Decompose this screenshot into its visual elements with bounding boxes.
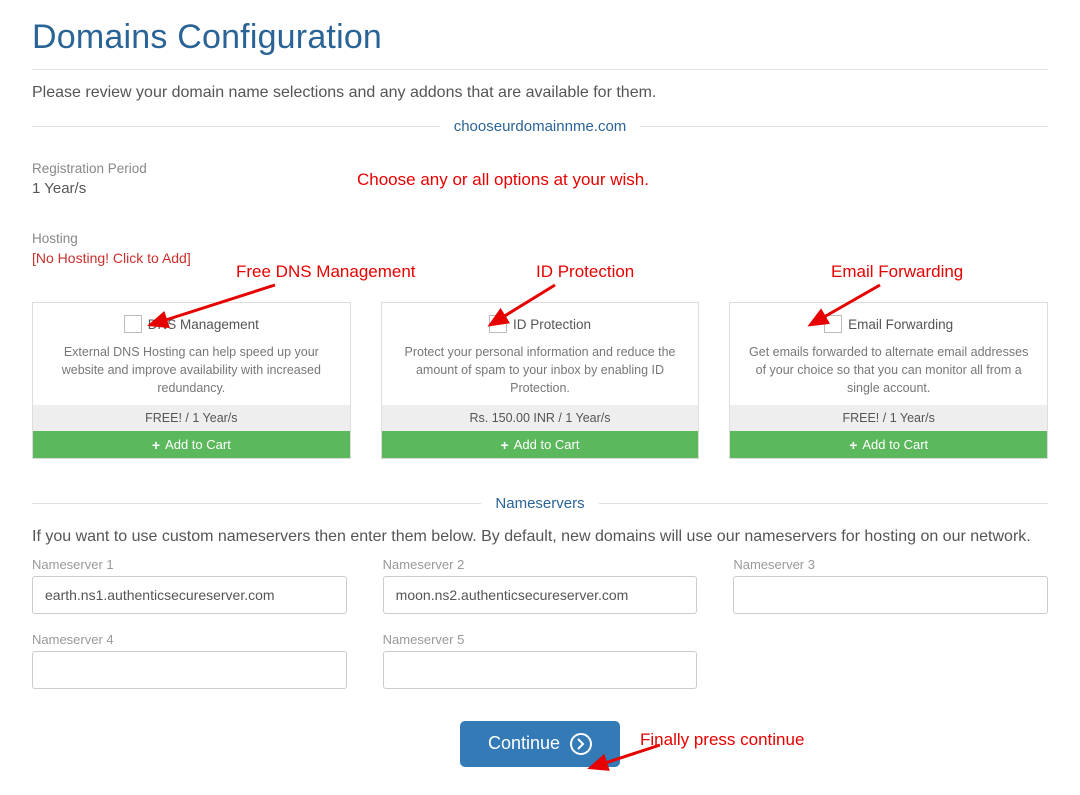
nameservers-heading: Nameservers	[481, 495, 598, 512]
emailforwarding-add-button[interactable]: + Add to Cart	[730, 431, 1047, 458]
domain-divider: chooseurdomainnme.com	[32, 118, 1048, 135]
dns-checkbox[interactable]	[124, 315, 142, 333]
intro-text: Please review your domain name selection…	[32, 84, 1048, 102]
emailforwarding-checkbox[interactable]	[824, 315, 842, 333]
registration-period-label: Registration Period	[32, 161, 392, 176]
idprotection-desc: Protect your personal information and re…	[394, 343, 687, 397]
registration-period-value: 1 Year/s	[32, 180, 392, 197]
hosting-label: Hosting	[32, 231, 392, 246]
ns2-label: Nameserver 2	[383, 557, 698, 572]
title-divider	[32, 69, 1048, 70]
arrow-right-circle-icon	[570, 733, 592, 755]
hosting-block: Hosting [No Hosting! Click to Add]	[32, 231, 392, 266]
dns-price: FREE! / 1 Year/s	[33, 405, 350, 431]
plus-icon: +	[501, 438, 509, 452]
idprotection-add-button[interactable]: + Add to Cart	[382, 431, 699, 458]
domain-name-label: chooseurdomainnme.com	[440, 118, 641, 135]
ns4-input[interactable]	[32, 651, 347, 689]
dns-desc: External DNS Hosting can help speed up y…	[45, 343, 338, 397]
idprotection-checkbox[interactable]	[489, 315, 507, 333]
page-title: Domains Configuration	[32, 0, 1048, 65]
idprotection-price: Rs. 150.00 INR / 1 Year/s	[382, 405, 699, 431]
addon-idprotection: ID Protection Protect your personal info…	[381, 302, 700, 459]
emailforwarding-btn-label: Add to Cart	[862, 437, 928, 452]
dns-title: DNS Management	[148, 317, 259, 332]
ns1-label: Nameserver 1	[32, 557, 347, 572]
plus-icon: +	[152, 438, 160, 452]
emailforwarding-title: Email Forwarding	[848, 317, 953, 332]
ns1-input[interactable]	[32, 576, 347, 614]
ns5-label: Nameserver 5	[383, 632, 698, 647]
continue-button[interactable]: Continue	[460, 721, 620, 767]
ns4-label: Nameserver 4	[32, 632, 347, 647]
dns-add-button[interactable]: + Add to Cart	[33, 431, 350, 458]
addon-dns: DNS Management External DNS Hosting can …	[32, 302, 351, 459]
emailforwarding-price: FREE! / 1 Year/s	[730, 405, 1047, 431]
annotation-idp: ID Protection	[536, 262, 634, 282]
annotation-continue: Finally press continue	[640, 730, 804, 750]
annotation-email: Email Forwarding	[831, 262, 963, 282]
continue-label: Continue	[488, 733, 560, 754]
ns3-input[interactable]	[733, 576, 1048, 614]
annotation-top: Choose any or all options at your wish.	[357, 170, 649, 190]
idprotection-btn-label: Add to Cart	[514, 437, 580, 452]
addons-row: DNS Management External DNS Hosting can …	[32, 302, 1048, 459]
nameservers-divider: Nameservers	[32, 495, 1048, 512]
emailforwarding-desc: Get emails forwarded to alternate email …	[742, 343, 1035, 397]
nameservers-desc: If you want to use custom nameservers th…	[32, 526, 1048, 548]
addon-emailforwarding: Email Forwarding Get emails forwarded to…	[729, 302, 1048, 459]
ns3-label: Nameserver 3	[733, 557, 1048, 572]
registration-period-block: Registration Period 1 Year/s	[32, 161, 392, 197]
plus-icon: +	[849, 438, 857, 452]
dns-btn-label: Add to Cart	[165, 437, 231, 452]
annotation-dns: Free DNS Management	[236, 262, 416, 282]
ns2-input[interactable]	[383, 576, 698, 614]
ns5-input[interactable]	[383, 651, 698, 689]
idprotection-title: ID Protection	[513, 317, 591, 332]
